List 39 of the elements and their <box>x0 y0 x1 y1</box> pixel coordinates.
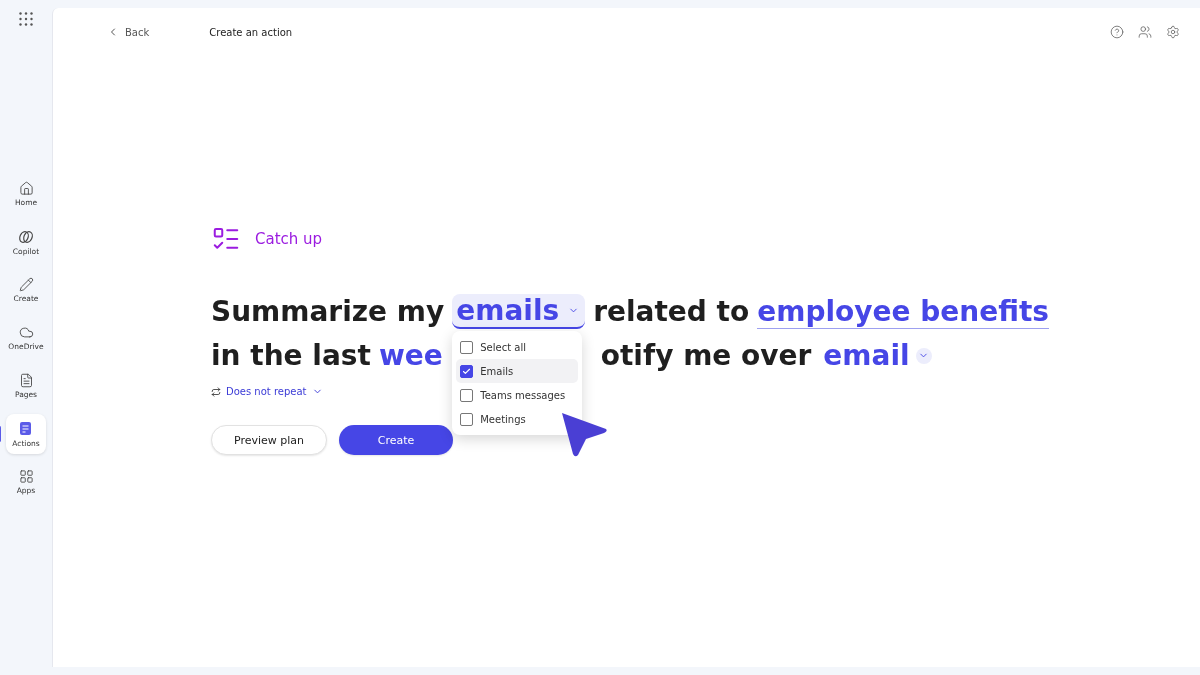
check-icon <box>462 366 472 376</box>
home-icon <box>18 181 34 196</box>
copilot-icon <box>18 228 34 245</box>
option-label: Emails <box>480 365 514 377</box>
pencil-icon <box>18 277 34 292</box>
preview-button[interactable]: Preview plan <box>211 425 328 455</box>
prompt-value[interactable]: employee benefits <box>757 294 1049 329</box>
prompt-text: related to <box>593 295 750 328</box>
option-label: Meetings <box>480 413 526 425</box>
grid-icon <box>18 469 34 484</box>
create-button[interactable]: Create <box>339 425 454 455</box>
menu-option[interactable]: Select all <box>456 335 579 359</box>
help-icon[interactable] <box>1110 25 1124 39</box>
page-title: Create an action <box>209 26 293 38</box>
list-icon <box>18 420 34 437</box>
prompt-text: in the last <box>211 339 371 372</box>
prompt-dropdown[interactable]: email <box>819 339 936 372</box>
checkbox[interactable] <box>460 340 474 354</box>
template-label: Catch up <box>255 230 323 248</box>
prompt-value[interactable]: wee <box>378 339 443 372</box>
prompt-text: Summarize my <box>211 295 445 328</box>
repeat-icon <box>211 386 221 397</box>
option-label: Teams messages <box>480 389 566 401</box>
checkbox[interactable] <box>460 412 474 426</box>
caret-icon <box>915 347 932 364</box>
checkbox[interactable] <box>460 388 474 402</box>
menu-option[interactable]: Emails <box>456 359 579 383</box>
option-label: Select all <box>480 341 526 353</box>
menu-option[interactable]: Teams messages <box>456 383 579 407</box>
settings-icon[interactable] <box>1166 25 1180 39</box>
cloud-icon <box>18 325 34 340</box>
menu-option[interactable]: Meetings <box>456 407 579 431</box>
page-icon <box>18 373 34 388</box>
prompt-text: otify me over <box>600 339 812 372</box>
checkbox[interactable] <box>460 364 474 378</box>
back-button[interactable]: Back <box>107 26 150 38</box>
people-icon[interactable] <box>1138 25 1152 39</box>
app-launcher-icon[interactable] <box>19 12 33 26</box>
repeat-dropdown[interactable]: Does not repeat <box>211 386 323 397</box>
